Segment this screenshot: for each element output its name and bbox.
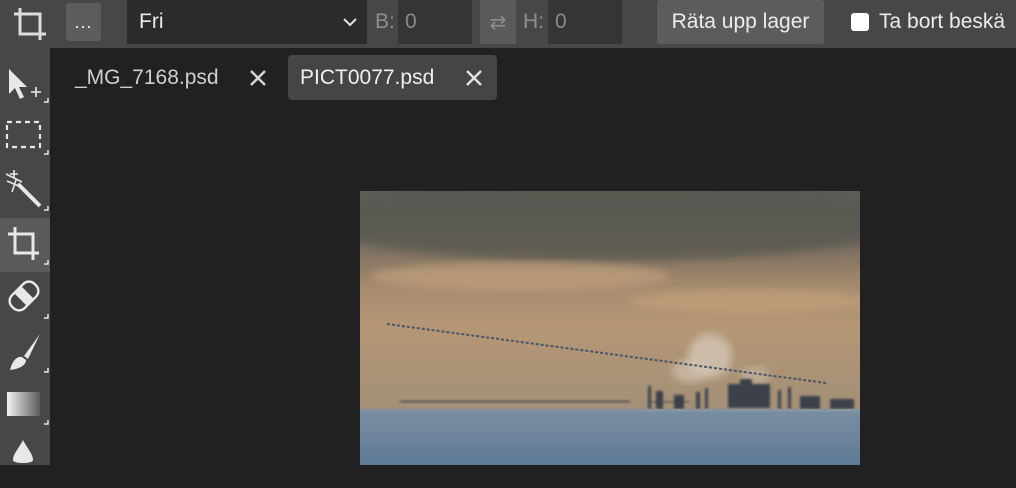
width-label: B:: [375, 10, 395, 33]
marquee-tool[interactable]: [0, 110, 50, 164]
gradient-icon: [7, 392, 49, 425]
bandage-icon: [8, 280, 49, 319]
height-input[interactable]: 0: [548, 0, 622, 44]
move-arrow-icon: [9, 69, 49, 103]
brush-icon: [10, 334, 49, 373]
tab-label: _MG_7168.psd: [75, 65, 219, 89]
move-tool[interactable]: [0, 54, 50, 108]
crop-icon: [14, 8, 46, 40]
straighten-layer-button[interactable]: Räta upp lager: [657, 0, 824, 44]
swap-icon: ⇄: [489, 11, 507, 34]
more-options-button[interactable]: ...: [66, 3, 101, 41]
canvas-photo[interactable]: [360, 191, 860, 465]
chevron-down-icon: [343, 18, 357, 27]
crop-tool-icon: [8, 227, 49, 265]
magic-wand-icon: [5, 170, 49, 211]
options-bar: ... Fri B: 0 ⇄ H: 0 Räta upp lager Ta bo…: [0, 0, 1016, 48]
tab-label: PICT0077.psd: [300, 65, 435, 89]
delete-cropped-label: Ta bort beskä: [879, 10, 1006, 33]
close-icon[interactable]: [465, 69, 483, 87]
crop-tool[interactable]: [0, 218, 50, 272]
delete-cropped-checkbox[interactable]: [851, 13, 869, 31]
tools-panel: [0, 48, 50, 465]
brush-tool[interactable]: [0, 326, 50, 380]
healing-tool[interactable]: [0, 272, 50, 326]
width-input[interactable]: 0: [398, 0, 472, 44]
tab-pict0077[interactable]: PICT0077.psd: [288, 55, 497, 100]
drop-icon: [13, 440, 33, 463]
marquee-selection-icon: [5, 120, 49, 155]
aspect-ratio-select[interactable]: Fri: [127, 0, 367, 44]
photo-image: [360, 191, 860, 465]
aspect-ratio-value: Fri: [139, 10, 164, 33]
blur-tool[interactable]: [0, 434, 50, 488]
gradient-tool[interactable]: [0, 380, 50, 434]
close-icon[interactable]: [249, 69, 267, 87]
magic-wand-tool[interactable]: [0, 164, 50, 218]
swap-dimensions-button[interactable]: ⇄: [480, 0, 516, 44]
tab-mg-7168[interactable]: _MG_7168.psd: [63, 55, 285, 100]
height-label: H:: [523, 10, 544, 33]
